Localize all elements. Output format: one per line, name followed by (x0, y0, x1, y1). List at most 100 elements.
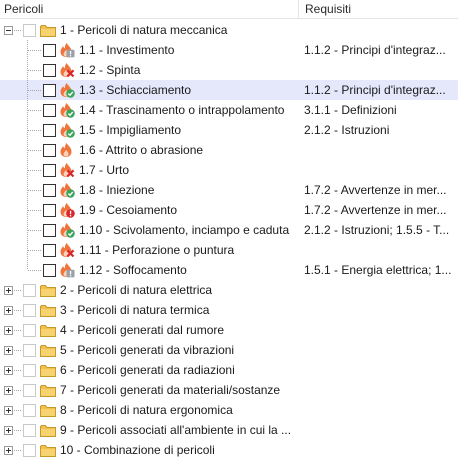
tree-connector (28, 50, 42, 51)
tree-node-category[interactable]: 8 - Pericoli di natura ergonomica (0, 400, 458, 420)
node-checkbox[interactable] (43, 224, 56, 237)
tree-connector (28, 170, 42, 171)
tree-node-child[interactable]: 1.2 - Spinta (0, 60, 458, 80)
hazard-grey-warning-icon (59, 42, 75, 58)
node-label: 1.7 - Urto (79, 163, 130, 177)
node-checkbox[interactable] (23, 444, 36, 457)
expand-toggle-icon[interactable] (4, 286, 13, 295)
tree-node-category[interactable]: 5 - Pericoli generati da vibrazioni (0, 340, 458, 360)
hazard-red-x-icon (59, 242, 75, 258)
tree-connector (14, 450, 22, 451)
node-checkbox[interactable] (43, 44, 56, 57)
node-label: 8 - Pericoli di natura ergonomica (60, 403, 233, 417)
tree-node-child[interactable]: 1.6 - Attrito o abrasione (0, 140, 458, 160)
tree-node-category[interactable]: 3 - Pericoli di natura termica (0, 300, 458, 320)
tree-node-child[interactable]: 1.12 - Soffocamento 1.5.1 - Energia elett… (0, 260, 458, 280)
collapse-toggle-icon[interactable] (4, 26, 13, 35)
folder-icon (40, 404, 56, 417)
node-label: 1.11 - Perforazione o puntura (79, 243, 235, 257)
expand-toggle-icon[interactable] (4, 446, 13, 455)
expand-toggle-icon[interactable] (4, 386, 13, 395)
node-label: 1.5 - Impigliamento (79, 123, 182, 137)
tree-connector (28, 250, 42, 251)
tree-node-category[interactable]: 7 - Pericoli generati da materiali/sosta… (0, 380, 458, 400)
hazard-green-check-icon (59, 82, 75, 98)
folder-icon (40, 364, 56, 377)
tree-connector (14, 390, 22, 391)
node-label: 1.8 - Iniezione (79, 183, 155, 197)
node-checkbox[interactable] (43, 164, 56, 177)
requisiti-cell: 3.1.1 - Definizioni (304, 103, 397, 117)
node-checkbox[interactable] (43, 204, 56, 217)
tree-connector (28, 190, 42, 191)
node-checkbox[interactable] (23, 384, 36, 397)
expand-toggle-icon[interactable] (4, 366, 13, 375)
tree-node-category[interactable]: 4 - Pericoli generati dal rumore (0, 320, 458, 340)
node-checkbox[interactable] (43, 64, 56, 77)
column-header-pericoli[interactable]: Pericoli (4, 2, 43, 16)
node-checkbox[interactable] (23, 324, 36, 337)
tree-connector (14, 350, 22, 351)
expand-toggle-icon[interactable] (4, 306, 13, 315)
node-label: 9 - Pericoli associati all'ambiente in c… (60, 423, 292, 437)
node-checkbox[interactable] (43, 144, 56, 157)
tree-connector (14, 430, 22, 431)
tree-connector (28, 230, 42, 231)
expand-toggle-icon[interactable] (4, 346, 13, 355)
hazard-grey-warning-icon (59, 262, 75, 278)
tree-node-child[interactable]: 1.5 - Impigliamento 2.1.2 - Istruzioni (0, 120, 458, 140)
node-checkbox[interactable] (43, 264, 56, 277)
node-checkbox[interactable] (23, 24, 36, 37)
folder-icon (40, 384, 56, 397)
tree-connector (14, 310, 22, 311)
tree-node-child[interactable]: 1.8 - Iniezione 1.7.2 - Avvertenze in mer… (0, 180, 458, 200)
node-label: 4 - Pericoli generati dal rumore (60, 323, 225, 337)
tree-connector (28, 210, 42, 211)
expand-toggle-icon[interactable] (4, 326, 13, 335)
hazard-tree[interactable]: 1 - Pericoli di natura meccanica 1.1 - In… (0, 20, 458, 460)
tree-connector (28, 110, 42, 111)
expand-toggle-icon[interactable] (4, 426, 13, 435)
node-label: 1 - Pericoli di natura meccanica (60, 23, 228, 37)
tree-connector (28, 90, 42, 91)
tree-node-child[interactable]: 1.10 - Scivolamento, inciampo e caduta 2.… (0, 220, 458, 240)
folder-icon (40, 444, 56, 457)
tree-node-child[interactable]: 1.11 - Perforazione o puntura (0, 240, 458, 260)
tree-node-child[interactable]: 1.4 - Trascinamento o intrappolamento 3.1… (0, 100, 458, 120)
hazard-green-check-icon (59, 222, 75, 238)
node-checkbox[interactable] (23, 364, 36, 377)
node-label: 10 - Combinazione di pericoli (60, 443, 215, 457)
node-checkbox[interactable] (23, 344, 36, 357)
node-checkbox[interactable] (23, 284, 36, 297)
expand-toggle-icon[interactable] (4, 406, 13, 415)
tree-node-category[interactable]: 9 - Pericoli associati all'ambiente in c… (0, 420, 458, 440)
node-checkbox[interactable] (43, 244, 56, 257)
tree-node-child[interactable]: 1.9 - Cesoiamento 1.7.2 - Avvertenze in m… (0, 200, 458, 220)
tree-connector (28, 130, 42, 131)
folder-icon (40, 304, 56, 317)
node-label: 5 - Pericoli generati da vibrazioni (60, 343, 235, 357)
node-label: 1.12 - Soffocamento (79, 263, 187, 277)
node-checkbox[interactable] (23, 424, 36, 437)
node-checkbox[interactable] (23, 404, 36, 417)
tree-node-category[interactable]: 10 - Combinazione di pericoli (0, 440, 458, 460)
node-checkbox[interactable] (43, 84, 56, 97)
node-checkbox[interactable] (43, 104, 56, 117)
tree-node-category[interactable]: 2 - Pericoli di natura elettrica (0, 280, 458, 300)
node-checkbox[interactable] (43, 184, 56, 197)
tree-node-child[interactable]: 1.1 - Investimento 1.1.2 - Principi d'int… (0, 40, 458, 60)
node-label: 1.2 - Spinta (79, 63, 141, 77)
tree-node-category[interactable]: 6 - Pericoli generati da radiazioni (0, 360, 458, 380)
tree-node-child[interactable]: 1.3 - Schiacciamento 1.1.2 - Principi d'i… (0, 80, 458, 100)
column-separator[interactable] (298, 0, 299, 18)
tree-node-child[interactable]: 1.7 - Urto (0, 160, 458, 180)
column-header-requisiti[interactable]: Requisiti (305, 2, 351, 16)
tree-node-root-meccanica[interactable]: 1 - Pericoli di natura meccanica (0, 20, 458, 40)
hazard-green-check-icon (59, 182, 75, 198)
node-checkbox[interactable] (43, 124, 56, 137)
node-label: 1.1 - Investimento (79, 43, 175, 57)
folder-icon (40, 344, 56, 357)
node-checkbox[interactable] (23, 304, 36, 317)
hazard-flame-icon (59, 142, 75, 158)
tree-connector (28, 150, 42, 151)
